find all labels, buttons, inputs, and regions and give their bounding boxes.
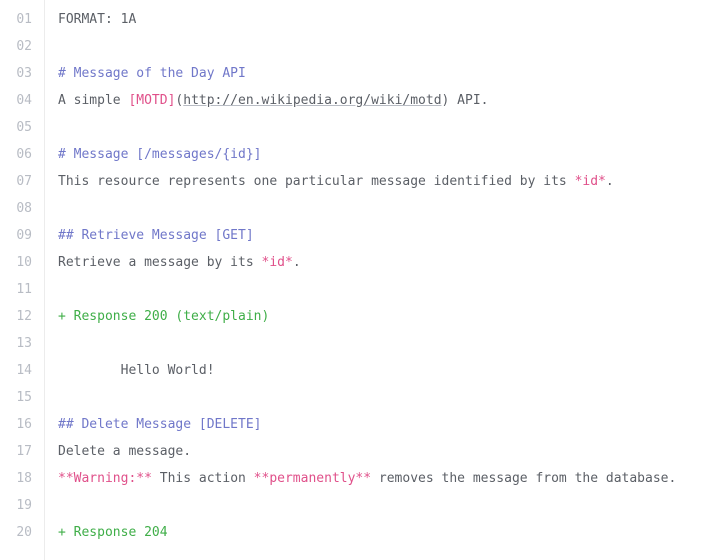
- code-line[interactable]: 07 This resource represents one particula…: [0, 168, 715, 195]
- code-editor[interactable]: 01 FORMAT: 1A 02 03 # Message of the Day API…: [0, 0, 715, 560]
- line-text[interactable]: FORMAT: 1A: [58, 6, 136, 33]
- code-token: **Warning:**: [58, 471, 152, 486]
- line-text[interactable]: Delete a message.: [58, 438, 191, 465]
- code-line[interactable]: 11: [0, 276, 715, 303]
- code-token: FORMAT: 1A: [58, 12, 137, 27]
- line-number: 12: [16, 309, 32, 324]
- line-text[interactable]: + Response 204: [58, 519, 168, 546]
- code-line[interactable]: 17 Delete a message.: [0, 438, 715, 465]
- line-text[interactable]: ## Retrieve Message [GET]: [58, 222, 254, 249]
- line-number: 05: [16, 120, 32, 135]
- code-token: # Message [/messages/{id}]: [58, 147, 262, 162]
- line-number: 16: [16, 417, 32, 432]
- code-line[interactable]: 08: [0, 195, 715, 222]
- code-token: .: [605, 174, 614, 189]
- code-line[interactable]: 04 A simple [MOTD](http://en.wikipedia.or…: [0, 87, 715, 114]
- line-number: 02: [16, 39, 32, 54]
- line-number: 15: [16, 390, 32, 405]
- line-number: 17: [16, 444, 32, 459]
- line-number: 09: [16, 228, 32, 243]
- code-token: http://en.wikipedia.org/wiki/motd: [183, 93, 442, 108]
- line-number: 06: [16, 147, 32, 162]
- line-number: 13: [16, 336, 32, 351]
- line-text[interactable]: + Response 200 (text/plain): [58, 303, 269, 330]
- code-token: This resource represents one particular …: [58, 174, 575, 189]
- line-text[interactable]: Hello World!: [58, 357, 215, 384]
- line-number: 19: [16, 498, 32, 513]
- line-number: 14: [16, 363, 32, 378]
- code-line[interactable]: 15: [0, 384, 715, 411]
- code-token: **permanently**: [253, 471, 372, 486]
- line-number: 03: [16, 66, 32, 81]
- line-text[interactable]: Retrieve a message by its *id*.: [58, 249, 301, 276]
- line-text[interactable]: ## Delete Message [DELETE]: [58, 411, 262, 438]
- code-token: Retrieve a message by its: [58, 255, 262, 270]
- code-line[interactable]: 13: [0, 330, 715, 357]
- code-line[interactable]: 14 Hello World!: [0, 357, 715, 384]
- line-number: 08: [16, 201, 32, 216]
- code-line[interactable]: 02: [0, 33, 715, 60]
- code-line[interactable]: 12 + Response 200 (text/plain): [0, 303, 715, 330]
- code-token: Delete a message.: [58, 444, 192, 459]
- code-line[interactable]: 05: [0, 114, 715, 141]
- line-number: 10: [16, 255, 32, 270]
- code-token: + Response 200 (text/plain): [58, 309, 270, 324]
- line-number: 04: [16, 93, 32, 108]
- code-line[interactable]: 03 # Message of the Day API: [0, 60, 715, 87]
- code-line[interactable]: 20 + Response 204: [0, 519, 715, 546]
- line-number: 18: [16, 471, 32, 486]
- line-number: 20: [16, 525, 32, 540]
- code-token: [MOTD]: [128, 93, 176, 108]
- line-text[interactable]: A simple [MOTD](http://en.wikipedia.org/…: [58, 87, 489, 114]
- code-line[interactable]: 09 ## Retrieve Message [GET]: [0, 222, 715, 249]
- code-token: Hello World!: [58, 363, 215, 378]
- line-number: 01: [16, 12, 32, 27]
- line-number: 07: [16, 174, 32, 189]
- code-token: ## Delete Message [DELETE]: [58, 417, 262, 432]
- code-token: removes the message from the database.: [371, 471, 677, 486]
- code-token: ## Retrieve Message [GET]: [58, 228, 254, 243]
- line-text[interactable]: This resource represents one particular …: [58, 168, 614, 195]
- code-line[interactable]: 16 ## Delete Message [DELETE]: [0, 411, 715, 438]
- code-token: .: [292, 255, 301, 270]
- line-number: 11: [16, 282, 32, 297]
- code-token: A simple: [58, 93, 129, 108]
- code-line[interactable]: 01 FORMAT: 1A: [0, 6, 715, 33]
- code-token: This action: [151, 471, 254, 486]
- code-token: *id*: [261, 255, 293, 270]
- line-text[interactable]: **Warning:** This action **permanently**…: [58, 465, 676, 492]
- code-token: + Response 204: [58, 525, 168, 540]
- line-text[interactable]: # Message [/messages/{id}]: [58, 141, 262, 168]
- code-line[interactable]: 18 **Warning:** This action **permanently…: [0, 465, 715, 492]
- code-token: *id*: [574, 174, 606, 189]
- code-line[interactable]: 06 # Message [/messages/{id}]: [0, 141, 715, 168]
- code-line[interactable]: 10 Retrieve a message by its *id*.: [0, 249, 715, 276]
- line-text[interactable]: # Message of the Day API: [58, 60, 246, 87]
- code-token: # Message of the Day API: [58, 66, 246, 81]
- code-token: ) API.: [441, 93, 489, 108]
- code-line[interactable]: 19: [0, 492, 715, 519]
